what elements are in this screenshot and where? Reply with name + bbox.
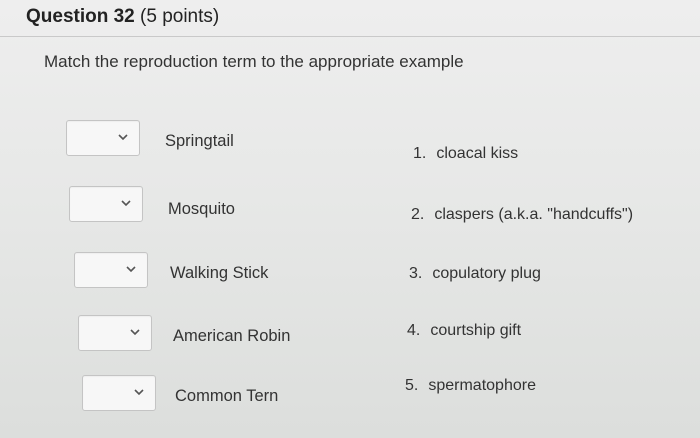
question-title: Question 32 (26, 6, 135, 27)
example-number: 4. (407, 322, 421, 339)
example-1: 1. cloacal kiss (413, 145, 518, 163)
example-3: 3. copulatory plug (409, 265, 541, 283)
question-prompt: Match the reproduction term to the appro… (44, 52, 464, 71)
term-springtail: Springtail (165, 132, 234, 150)
example-2: 2. claspers (a.k.a. "handcuffs") (411, 206, 633, 224)
chevron-down-icon (118, 134, 128, 141)
example-number: 2. (411, 206, 425, 223)
match-select-walking-stick[interactable] (74, 252, 148, 288)
chevron-down-icon (126, 266, 136, 273)
example-text: copulatory plug (432, 265, 541, 282)
example-4: 4. courtship gift (407, 322, 521, 340)
match-select-springtail[interactable] (66, 120, 140, 156)
match-select-american-robin[interactable] (78, 315, 152, 351)
example-text: courtship gift (430, 322, 522, 339)
example-number: 5. (405, 377, 419, 394)
example-text: claspers (a.k.a. "handcuffs") (434, 206, 634, 223)
term-mosquito: Mosquito (168, 200, 235, 218)
example-number: 3. (409, 265, 423, 282)
header-divider (0, 36, 700, 37)
example-5: 5. spermatophore (405, 377, 536, 395)
match-select-mosquito[interactable] (69, 186, 143, 222)
term-walking-stick: Walking Stick (170, 264, 269, 282)
term-common-tern: Common Tern (175, 387, 279, 405)
example-number: 1. (413, 145, 427, 162)
chevron-down-icon (134, 389, 144, 396)
term-american-robin: American Robin (173, 327, 291, 345)
chevron-down-icon (121, 200, 131, 207)
question-points: (5 points) (140, 6, 220, 27)
match-select-common-tern[interactable] (82, 375, 156, 411)
question-header: Question 32 (5 points) (26, 6, 219, 28)
example-text: cloacal kiss (436, 145, 519, 162)
chevron-down-icon (130, 329, 140, 336)
question-panel: Question 32 (5 points) Match the reprodu… (0, 0, 700, 438)
example-text: spermatophore (428, 377, 536, 394)
